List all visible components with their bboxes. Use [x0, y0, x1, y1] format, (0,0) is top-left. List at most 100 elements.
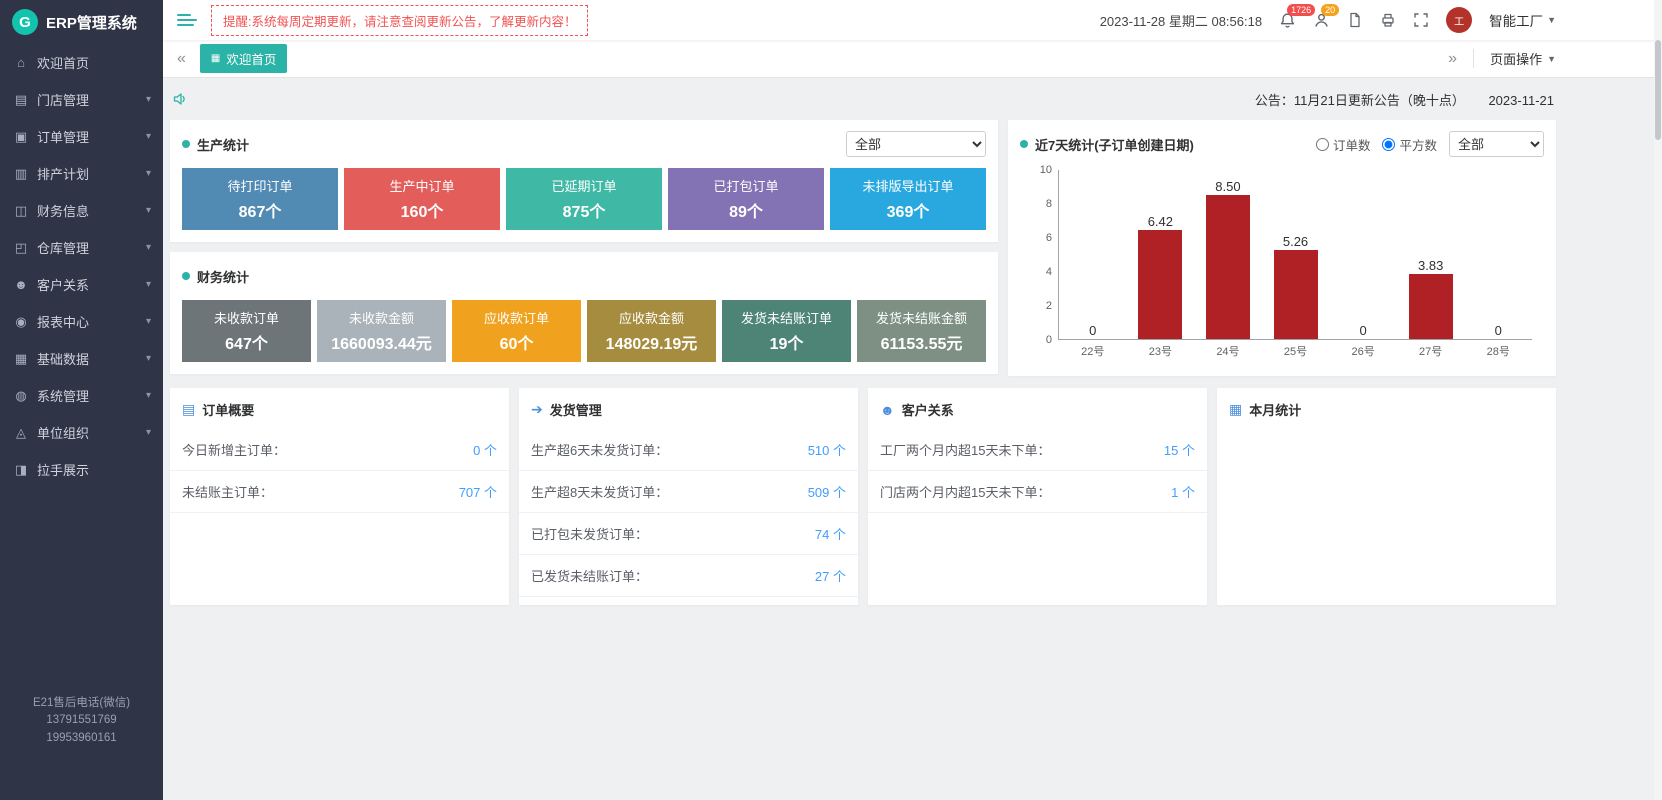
production-card-2[interactable]: 已延期订单 875个: [506, 168, 662, 230]
stat-label: 已打包未发货订单：: [531, 524, 648, 543]
card-value: 867个: [239, 198, 282, 222]
bar-chart: 0246810022号6.4223号8.5024号5.2625号026号3.83…: [1020, 164, 1544, 364]
radio-order-count[interactable]: 订单数: [1316, 135, 1371, 154]
tab-home[interactable]: ▦ 欢迎首页: [200, 44, 287, 73]
stat-value[interactable]: 0 个: [473, 440, 497, 459]
sidebar-item-order[interactable]: ▣订单管理▾: [0, 118, 163, 155]
stat-value[interactable]: 74 个: [815, 524, 846, 543]
sidebar-item-label: 订单管理: [37, 127, 89, 146]
finance-card-5[interactable]: 发货未结账金额61153.55元: [857, 300, 986, 362]
card-label: 未排版导出订单: [862, 176, 953, 195]
order-summary-icon: ▤: [182, 401, 195, 418]
bar[interactable]: [1138, 230, 1182, 339]
sidebar-item-system[interactable]: ◍系统管理▾: [0, 377, 163, 414]
scrollbar[interactable]: [1654, 0, 1662, 800]
app-root: G ERP管理系统 ⌂欢迎首页▤门店管理▾▣订单管理▾▥排产计划▾◫财务信息▾◰…: [0, 0, 1662, 800]
production-card-0[interactable]: 待打印订单867个: [182, 168, 338, 230]
card-label: 已延期订单: [551, 176, 616, 195]
chart-bar-group: 8.5024号: [1194, 170, 1262, 339]
production-card-3[interactable]: 已打包订单89个: [668, 168, 824, 230]
bell-button[interactable]: 1726: [1279, 12, 1296, 29]
production-cards: 待打印订单867个生产中订单160个已延期订单875个已打包订单89个未排版导出…: [182, 168, 986, 230]
radio-square-count[interactable]: 平方数: [1382, 135, 1437, 154]
production-card-1[interactable]: 生产中订单160个: [344, 168, 500, 230]
chevron-down-icon: ▾: [146, 316, 151, 327]
sidebar-item-finance[interactable]: ◫财务信息▾: [0, 192, 163, 229]
sidebar-item-lashou[interactable]: ◨拉手展示: [0, 451, 163, 488]
production-stats-panel: 生产统计 全部 待打印订单867个生产中订单160个已延期订单875个已打包订单…: [170, 120, 998, 242]
print-button[interactable]: [1380, 12, 1396, 28]
radio-order-count-input[interactable]: [1316, 138, 1329, 151]
finance-card-1[interactable]: 未收款金额1660093.44元: [317, 300, 446, 362]
finance-card-4[interactable]: 发货未结账订单19个: [722, 300, 851, 362]
stat-value[interactable]: 509 个: [808, 482, 846, 501]
finance-card-2[interactable]: 应收款订单60个: [452, 300, 581, 362]
user-menu[interactable]: 智能工厂 ▼: [1489, 10, 1556, 30]
bar[interactable]: [1274, 250, 1318, 339]
x-tick-label: 24号: [1216, 343, 1239, 359]
tabs-scroll-right-icon[interactable]: »: [1444, 50, 1461, 68]
chart-panel: 近7天统计(子订单创建日期) 订单数 平方数 全部: [1008, 120, 1556, 376]
tabs-scroll-left-icon[interactable]: «: [173, 50, 190, 68]
bar-value-label: 0: [1359, 323, 1366, 338]
stat-value[interactable]: 707 个: [459, 482, 497, 501]
bar[interactable]: [1409, 274, 1453, 339]
production-filter-select[interactable]: 全部: [846, 131, 986, 157]
document-button[interactable]: [1347, 12, 1363, 28]
speaker-button[interactable]: [172, 91, 188, 107]
sidebar-item-report[interactable]: ◉报表中心▾: [0, 303, 163, 340]
card-value: 148029.19元: [606, 330, 698, 354]
chart-filter-select[interactable]: 全部: [1449, 131, 1544, 157]
stat-value[interactable]: 1 个: [1171, 482, 1195, 501]
sidebar-item-basedata[interactable]: ▦基础数据▾: [0, 340, 163, 377]
bar-value-label: 6.42: [1148, 214, 1173, 229]
announcement-link[interactable]: 公告：11月21日更新公告（晚十点） 2023-11-21: [1255, 90, 1554, 109]
top-grid: 生产统计 全部 待打印订单867个生产中订单160个已延期订单875个已打包订单…: [170, 120, 1556, 376]
hamburger-icon[interactable]: [177, 10, 197, 30]
stat-value[interactable]: 510 个: [808, 440, 846, 459]
org-icon: ◬: [12, 425, 30, 441]
message-button[interactable]: 20: [1313, 12, 1330, 29]
panel-title: 客户关系: [902, 400, 954, 419]
finance-cards: 未收款订单647个未收款金额1660093.44元应收款订单60个应收款金额14…: [182, 300, 986, 362]
sidebar-item-label: 基础数据: [37, 349, 89, 368]
topbar-right: 2023-11-28 星期二 08:56:18 1726 20: [1100, 7, 1556, 33]
finance-card-3[interactable]: 应收款金额148029.19元: [587, 300, 716, 362]
stat-label: 已发货未结账订单：: [531, 566, 648, 585]
shipping-panel: ➔发货管理生产超6天未发货订单：510 个生产超8天未发货订单：509 个已打包…: [519, 388, 858, 605]
card-label: 发货未结账订单: [741, 308, 832, 327]
card-label: 未收款金额: [349, 308, 414, 327]
stat-row: 生产超6天未发货订单：510 个: [519, 429, 858, 471]
month-stats-panel: ▦本月统计: [1217, 388, 1556, 605]
tab-label: 欢迎首页: [226, 49, 276, 68]
y-tick-label: 10: [1024, 164, 1052, 176]
x-tick-label: 22号: [1081, 343, 1104, 359]
fullscreen-button[interactable]: [1413, 12, 1429, 28]
footer-line: 13791551769: [0, 712, 163, 730]
sidebar-item-store[interactable]: ▤门店管理▾: [0, 81, 163, 118]
chart-bar-group: 3.8327号: [1397, 170, 1465, 339]
finance-card-0[interactable]: 未收款订单647个: [182, 300, 311, 362]
update-notice: 提醒:系统每周定期更新，请注意查阅更新公告，了解更新内容！: [211, 5, 588, 36]
sidebar-item-org[interactable]: ◬单位组织▾: [0, 414, 163, 451]
card-label: 发货未结账金额: [876, 308, 967, 327]
sidebar-item-warehouse[interactable]: ◰仓库管理▾: [0, 229, 163, 266]
stat-value[interactable]: 27 个: [815, 566, 846, 585]
sidebar-item-customer[interactable]: ☻客户关系▾: [0, 266, 163, 303]
card-value: 160个: [401, 198, 444, 222]
bar-value-label: 0: [1089, 323, 1096, 338]
stat-value[interactable]: 15 个: [1164, 440, 1195, 459]
chart-controls: 订单数 平方数 全部: [1316, 131, 1544, 157]
panel-header: ▤订单概要: [170, 388, 509, 429]
sidebar-item-plan[interactable]: ▥排产计划▾: [0, 155, 163, 192]
card-label: 已打包订单: [713, 176, 778, 195]
sidebar-item-home[interactable]: ⌂欢迎首页: [0, 44, 163, 81]
bar[interactable]: [1206, 195, 1250, 340]
scrollbar-thumb[interactable]: [1655, 40, 1661, 140]
avatar[interactable]: 工: [1446, 7, 1472, 33]
production-card-4[interactable]: 未排版导出订单369个: [830, 168, 986, 230]
page-actions-menu[interactable]: 页面操作 ▼: [1473, 49, 1556, 68]
card-value: 875个: [563, 198, 606, 222]
sidebar-item-label: 客户关系: [37, 275, 89, 294]
radio-square-count-input[interactable]: [1382, 138, 1395, 151]
